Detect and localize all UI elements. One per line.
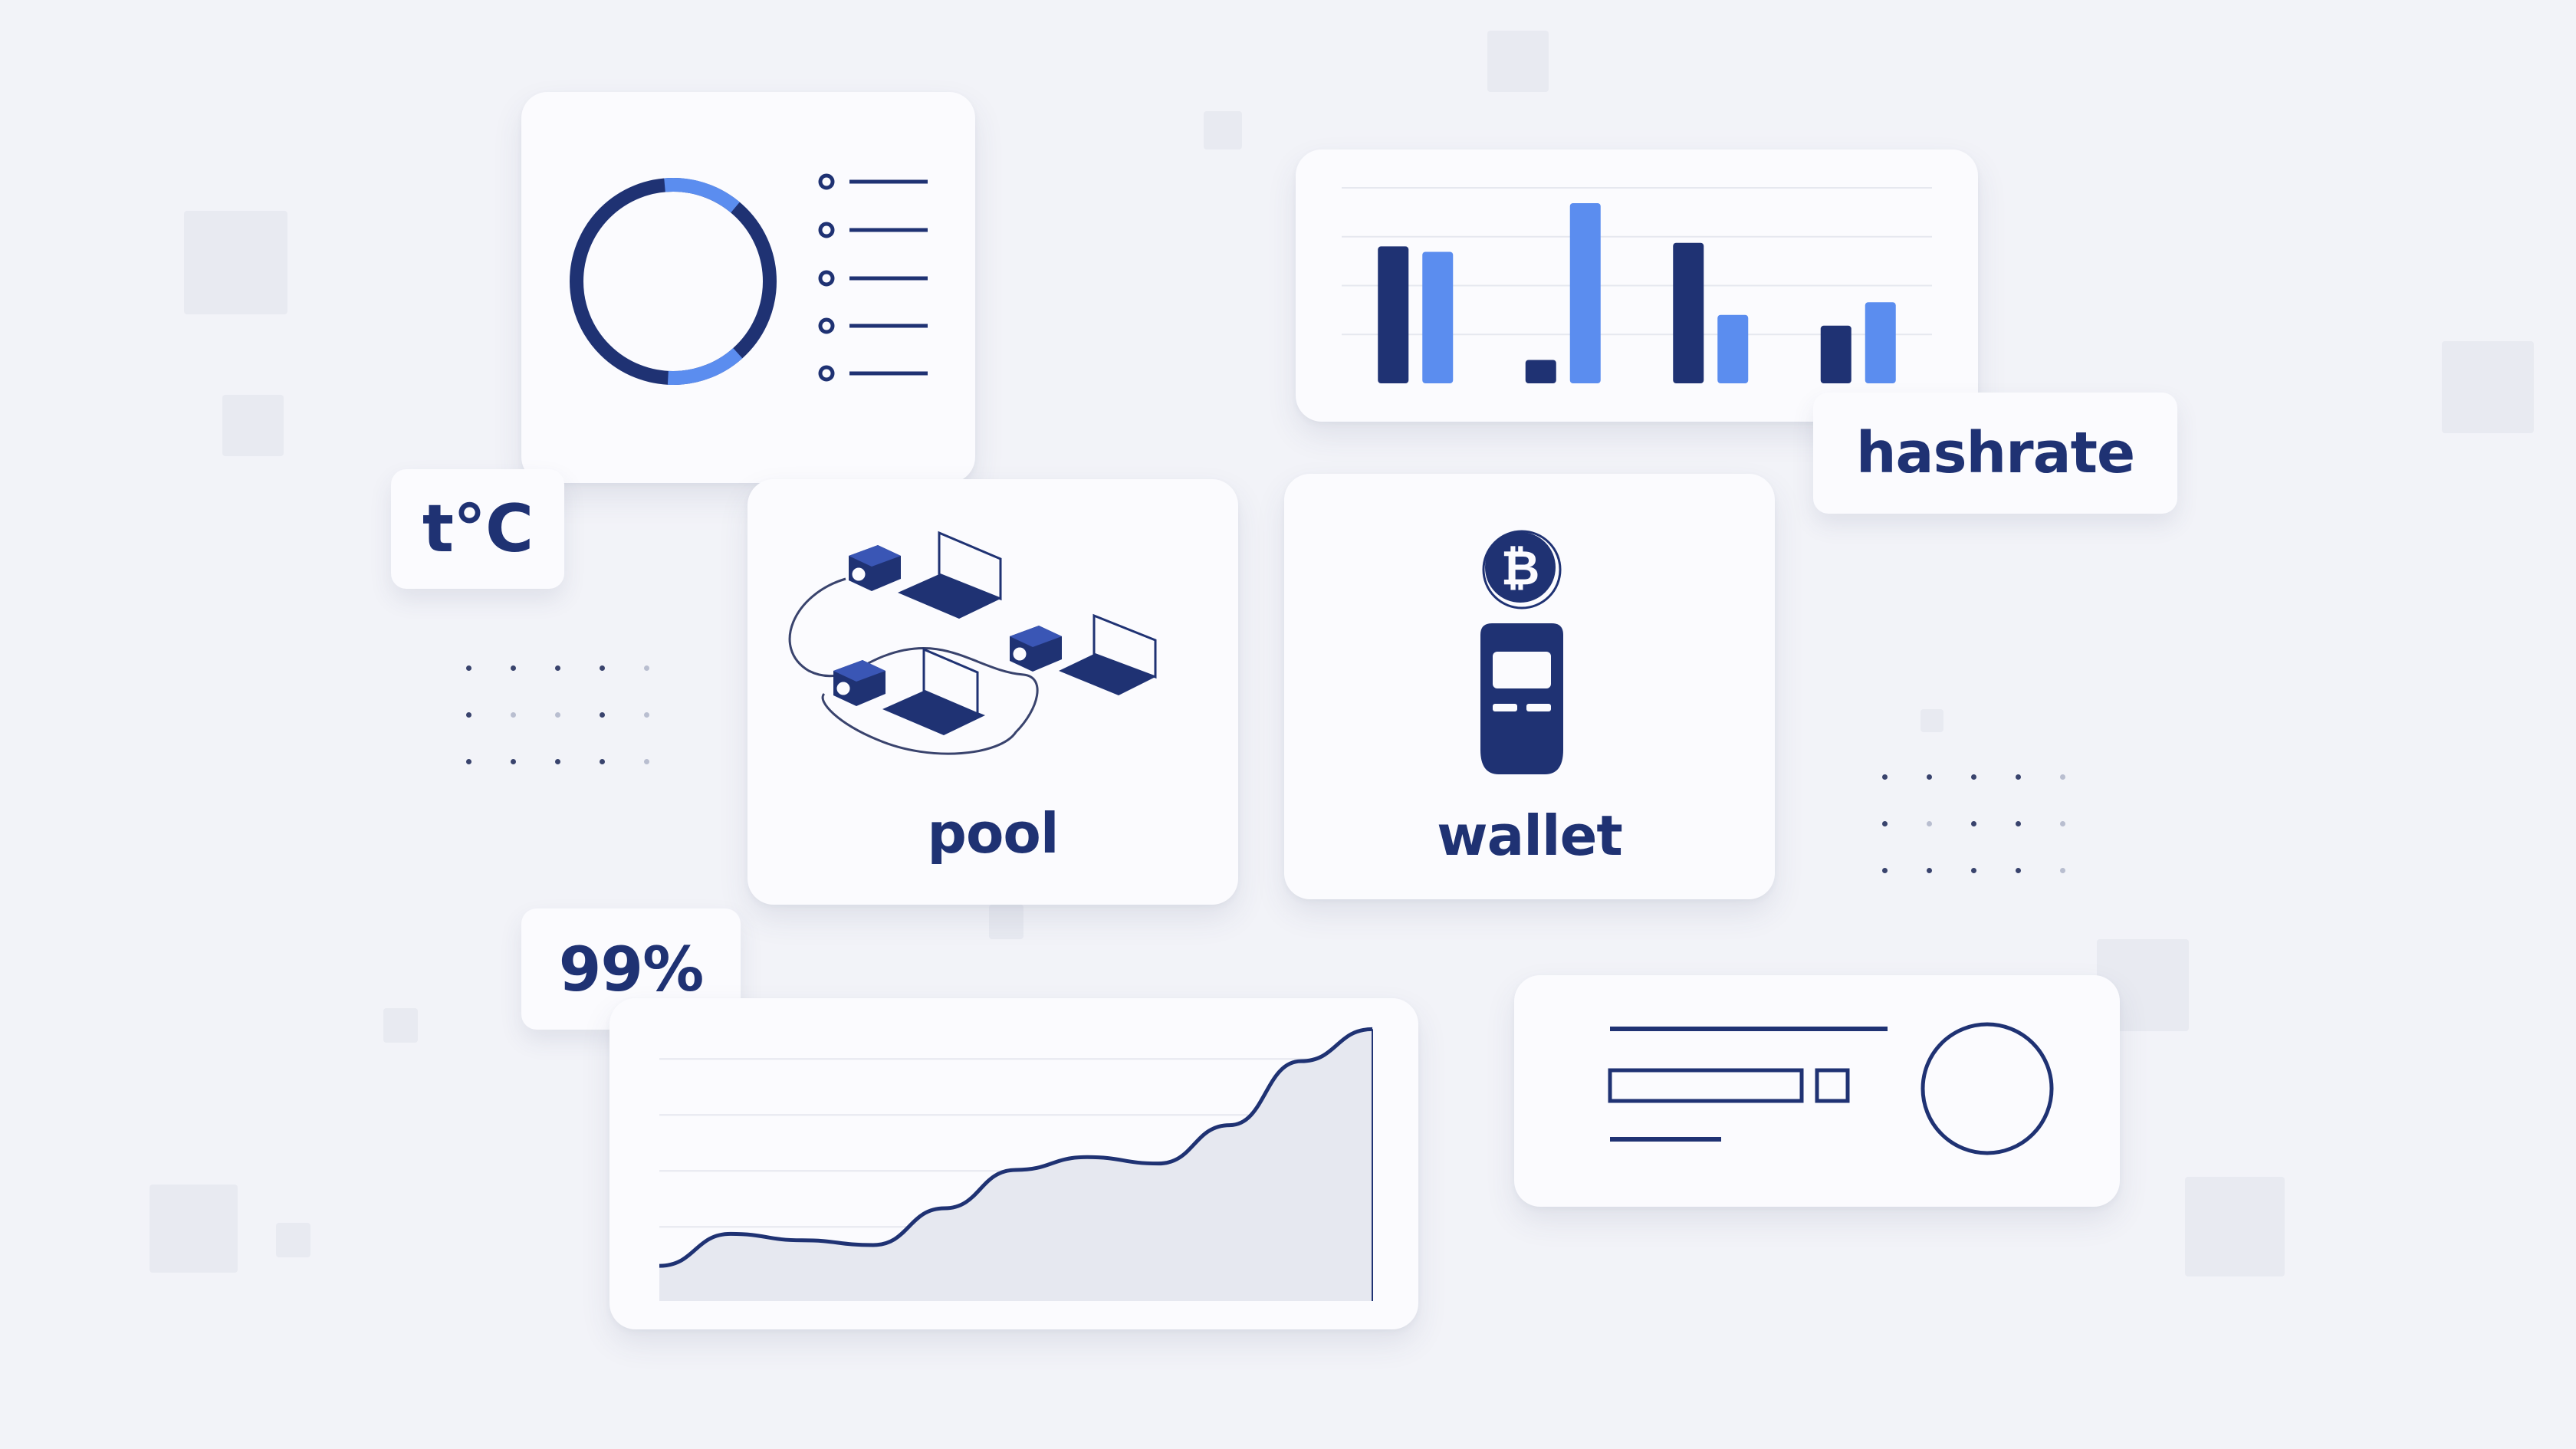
avatar-circle <box>1921 1022 2054 1155</box>
wallet-label: wallet <box>1437 803 1623 868</box>
temperature-badge: t°C <box>391 469 564 589</box>
area-chart-card <box>610 998 1418 1329</box>
bar-0-1 <box>1422 251 1454 383</box>
pool-connection-wire <box>788 577 1039 755</box>
donut-legend <box>818 173 928 382</box>
bar-1-0 <box>1525 360 1556 383</box>
donut-chart <box>570 173 928 385</box>
svg-text:₿: ₿ <box>1501 540 1540 596</box>
dot-grid-right <box>1882 774 2066 873</box>
dot-grid-left <box>466 665 650 764</box>
miner-group-1 <box>849 531 1002 619</box>
bitcoin-coin-icon: ₿ <box>1482 530 1562 610</box>
bg-square <box>150 1184 238 1273</box>
form-checkbox <box>1815 1068 1850 1103</box>
bar-0-0 <box>1378 246 1409 383</box>
profile-form-card <box>1514 975 2120 1207</box>
donut-ring <box>570 178 777 385</box>
bg-square <box>989 905 1024 939</box>
bar-chart <box>1342 187 1932 383</box>
legend-marker <box>818 365 835 382</box>
bg-square <box>2442 341 2534 433</box>
legend-marker <box>818 222 835 238</box>
bar-chart-card <box>1296 150 1978 422</box>
area-fill <box>659 1029 1372 1301</box>
bar-3-0 <box>1820 325 1852 383</box>
pool-card: pool <box>748 479 1238 905</box>
legend-marker <box>818 317 835 334</box>
bar-2-1 <box>1717 314 1749 383</box>
bg-square <box>276 1223 310 1257</box>
form-placeholder <box>1608 1022 2054 1155</box>
bg-square <box>383 1008 418 1043</box>
area-chart <box>659 1027 1373 1301</box>
bg-square <box>2185 1177 2285 1276</box>
miner-group-3 <box>1010 613 1157 695</box>
legend-marker <box>818 173 835 190</box>
pool-label: pool <box>927 801 1059 866</box>
bar-2-0 <box>1673 242 1704 383</box>
bg-square <box>222 395 284 456</box>
wallet-card: ₿ wallet <box>1284 474 1775 899</box>
bar-3-1 <box>1865 302 1896 383</box>
form-input-box <box>1608 1068 1804 1103</box>
bar-1-1 <box>1569 203 1601 383</box>
donut-segment-highlight-top <box>570 177 777 385</box>
wallet-device <box>1480 623 1563 774</box>
hashrate-badge: hashrate <box>1813 393 2177 514</box>
legend-marker <box>818 270 835 287</box>
bg-square <box>1204 111 1242 150</box>
bg-square <box>1921 709 1944 732</box>
miner-group-2 <box>833 647 985 735</box>
bg-square <box>184 211 288 314</box>
bg-square <box>1487 31 1549 92</box>
donut-chart-card <box>521 92 975 483</box>
